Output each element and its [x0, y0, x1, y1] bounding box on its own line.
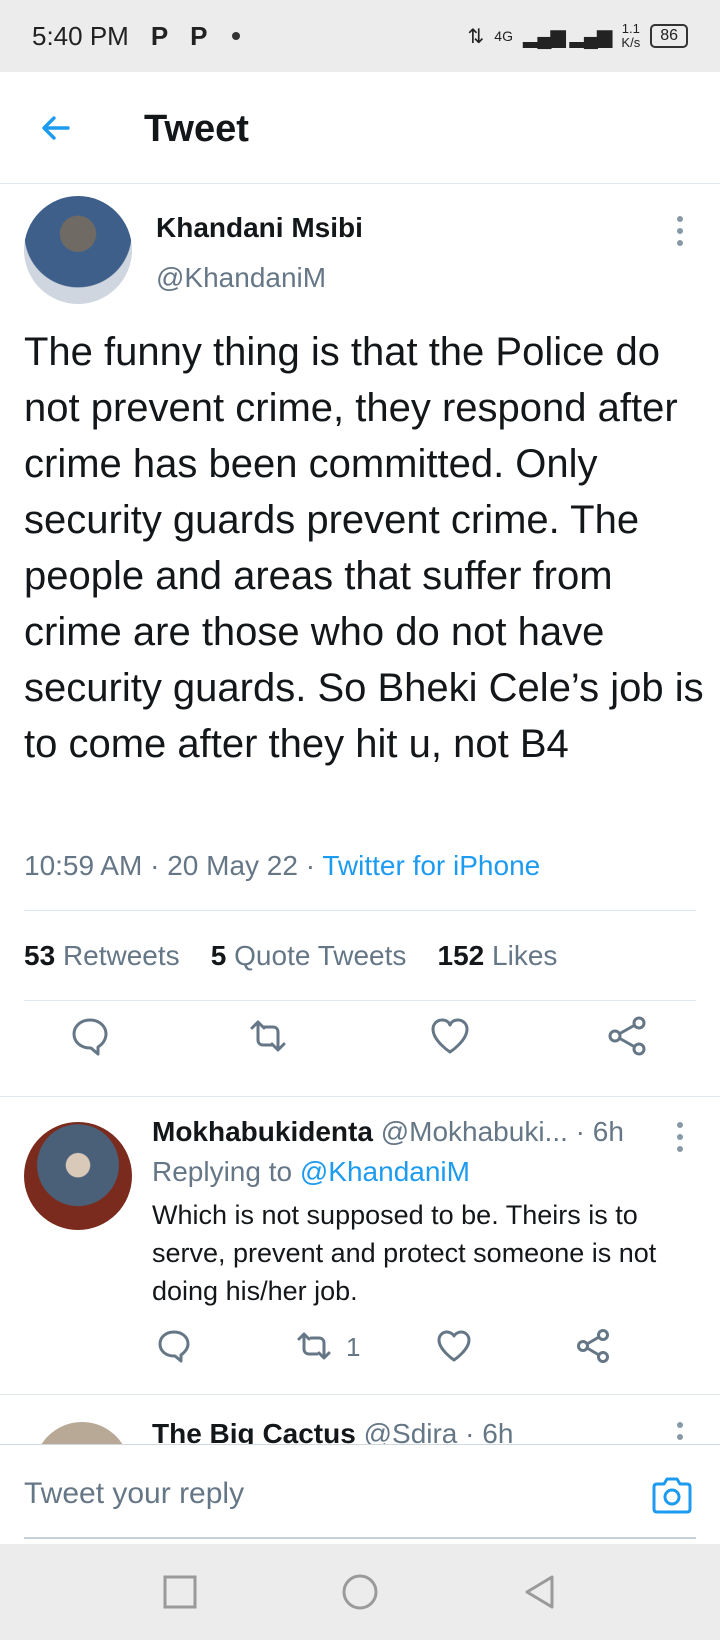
reply-header: The Big Cactus @Sdira · 6h	[152, 1418, 513, 1444]
reply-header: Mokhabukidenta @Mokhabuki... · 6h	[152, 1116, 624, 1148]
author-name[interactable]: Khandani Msibi	[156, 212, 363, 244]
battery-level: 86	[660, 27, 678, 44]
status-indicators: ⇅ 4G ▂▄▆ ▂▄▆ 1.1 K/s 86	[468, 22, 688, 50]
parking-notification-icon: P	[150, 20, 169, 51]
divider	[0, 1096, 720, 1097]
notification-dot-icon	[231, 32, 240, 40]
tweet-actions	[0, 984, 720, 1088]
reply-icon[interactable]	[68, 1014, 112, 1058]
retweets-label: Retweets	[62, 940, 180, 971]
page-title: Tweet	[144, 108, 249, 150]
recent-apps-icon[interactable]	[158, 1570, 202, 1614]
tweet-date: 20 May 22	[167, 850, 298, 881]
quotes-label: Quote Tweets	[234, 940, 407, 971]
battery-icon: 86	[650, 24, 688, 48]
app-bar: Tweet	[0, 72, 720, 184]
network-speed: 1.1 K/s	[621, 22, 640, 50]
reply-author-handle[interactable]: @Sdira	[364, 1418, 458, 1444]
likes-stat[interactable]: 152 Likes	[438, 940, 558, 971]
reply-avatar[interactable]	[34, 1422, 130, 1444]
tweet-stats: 53 Retweets 5 Quote Tweets 152 Likes	[24, 940, 557, 972]
data-transfer-icon: ⇅	[467, 25, 485, 48]
reply-input-underline	[24, 1537, 696, 1539]
replying-to: Replying to @KhandaniM	[152, 1156, 470, 1188]
reply-age: · 6h	[465, 1418, 514, 1444]
reply-item[interactable]: Mokhabukidenta @Mokhabuki... · 6h Replyi…	[0, 1098, 720, 1394]
retweet-icon[interactable]	[292, 1324, 336, 1368]
retweet-icon[interactable]	[246, 1014, 290, 1058]
like-icon[interactable]	[432, 1324, 476, 1368]
share-icon[interactable]	[606, 1014, 650, 1058]
tweet-time: 10:59 AM	[24, 850, 143, 881]
meta-separator: ·	[142, 850, 168, 881]
like-icon[interactable]	[428, 1014, 472, 1058]
speed-unit: K/s	[621, 35, 641, 50]
quotes-stat[interactable]: 5 Quote Tweets	[211, 940, 407, 971]
reply-retweet-count: 1	[346, 1332, 361, 1362]
divider	[0, 1394, 720, 1395]
status-time: 5:40 PM	[32, 20, 129, 51]
likes-count: 152	[437, 940, 485, 971]
reply-input-placeholder[interactable]: Tweet your reply	[24, 1477, 244, 1511]
reply-author-name[interactable]: Mokhabukidenta	[152, 1116, 373, 1147]
signal-icon: ▂▄▆ ▂▄▆	[522, 25, 612, 48]
reply-item[interactable]: The Big Cactus @Sdira · 6h	[0, 1396, 720, 1444]
reply-composer[interactable]: Tweet your reply	[0, 1444, 720, 1544]
replying-prefix: Replying to	[152, 1156, 293, 1187]
back-nav-icon[interactable]	[518, 1570, 562, 1614]
system-navigation-bar	[0, 1544, 720, 1640]
tweet-meta: 10:59 AM · 20 May 22 · Twitter for iPhon…	[24, 850, 540, 882]
tweet-text: The funny thing is that the Police do no…	[24, 330, 704, 766]
retweets-stat[interactable]: 53 Retweets	[24, 940, 180, 971]
author-avatar[interactable]	[24, 196, 132, 304]
replying-to-link[interactable]: @KhandaniM	[300, 1156, 470, 1187]
status-bar: 5:40 PM P P ⇅ 4G ▂▄▆ ▂▄▆ 1.1 K/s 86	[0, 0, 720, 72]
quotes-count: 5	[210, 940, 227, 971]
likes-label: Likes	[492, 940, 558, 971]
reply-icon[interactable]	[152, 1324, 196, 1368]
camera-icon[interactable]	[650, 1475, 694, 1515]
home-icon[interactable]	[338, 1570, 382, 1614]
reply-avatar[interactable]	[24, 1122, 132, 1230]
speed-value: 1.1	[621, 21, 640, 36]
parking-notification-icon-2: P	[190, 20, 208, 51]
more-vertical-icon[interactable]	[676, 1422, 684, 1444]
back-arrow-icon[interactable]	[38, 110, 74, 146]
more-vertical-icon[interactable]	[676, 1122, 684, 1152]
divider	[24, 910, 696, 911]
reply-author-handle[interactable]: @Mokhabuki...	[381, 1116, 568, 1147]
reply-author-name[interactable]: The Big Cactus	[152, 1418, 356, 1444]
network-type: 4G	[494, 28, 513, 44]
more-vertical-icon[interactable]	[676, 216, 684, 246]
author-handle[interactable]: @KhandaniM	[156, 262, 326, 294]
meta-separator-2: ·	[297, 850, 323, 881]
reply-text: Which is not supposed to be. Theirs is t…	[152, 1200, 657, 1306]
retweets-count: 53	[24, 940, 56, 971]
share-icon[interactable]	[572, 1324, 616, 1368]
reply-age: · 6h	[575, 1116, 624, 1147]
tweet-source-link[interactable]: Twitter for iPhone	[322, 850, 540, 881]
reply-actions: 1	[0, 1324, 720, 1372]
